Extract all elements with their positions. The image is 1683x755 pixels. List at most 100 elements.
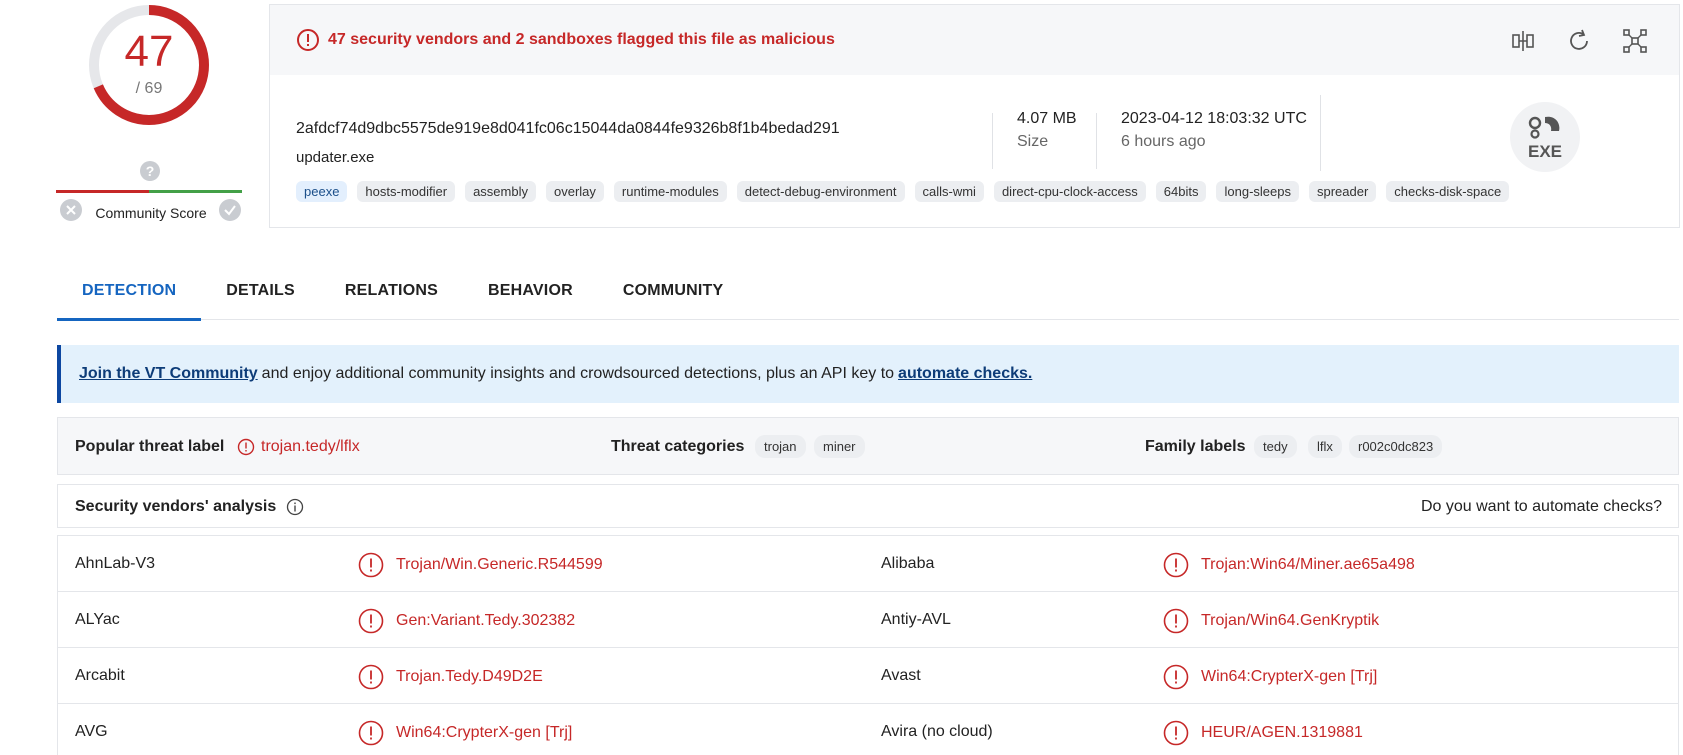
join-community-link[interactable]: Join the VT Community (79, 365, 258, 383)
vendor-result: HEUR/AGEN.1319881 (1163, 720, 1363, 746)
divider (992, 113, 993, 169)
vendors-analysis-header: Security vendors' analysis Do you want t… (57, 484, 1679, 528)
vendor-result: Win64:CrypterX-gen [Trj] (358, 720, 572, 746)
community-score-bar (56, 190, 242, 193)
tag[interactable]: spreader (1308, 181, 1377, 202)
tab-bar: DETECTION DETAILS RELATIONS BEHAVIOR COM… (57, 260, 1679, 321)
vendor-result-text: Win64:CrypterX-gen [Trj] (396, 724, 573, 741)
alert-icon (358, 608, 384, 634)
info-icon[interactable] (286, 498, 304, 516)
family-labels-title: Family labels (1145, 438, 1246, 455)
tag[interactable]: hosts-modifier (357, 181, 456, 202)
vendor-result: Trojan/Win64.GenKryptik (1163, 608, 1379, 634)
vendor-results-table: AhnLab-V3 Trojan/Win.Generic.R544599 Ali… (57, 535, 1679, 755)
tab-details[interactable]: DETAILS (201, 260, 320, 320)
analysis-date: 2023-04-12 18:03:32 UTC (1121, 110, 1307, 127)
detection-score-widget: 47 / 69 ? Community Score (56, 0, 246, 230)
alert-icon (237, 438, 255, 456)
alert-bar: 47 security vendors and 2 sandboxes flag… (270, 5, 1679, 75)
tag[interactable]: runtime-modules (613, 181, 727, 202)
tag[interactable]: assembly (465, 181, 536, 202)
automate-checks-link[interactable]: automate checks. (898, 365, 1032, 383)
file-name: updater.exe (296, 149, 375, 166)
vendor-name: Alibaba (881, 555, 935, 572)
table-row: AVG Win64:CrypterX-gen [Trj] Avira (no c… (58, 704, 1678, 755)
reanalyze-icon[interactable] (1565, 27, 1593, 55)
table-row: Arcabit Trojan.Tedy.D49D2E Avast Win64:C… (58, 648, 1678, 704)
tag[interactable]: checks-disk-space (1386, 181, 1510, 202)
tag[interactable]: 64bits (1155, 181, 1207, 202)
svg-text:EXE: EXE (1528, 142, 1562, 161)
table-row: AhnLab-V3 Trojan/Win.Generic.R544599 Ali… (58, 536, 1678, 592)
file-type-badge: EXE (1510, 102, 1580, 172)
family-label-pill[interactable]: tedy (1254, 435, 1297, 458)
analysis-relative-time: 6 hours ago (1121, 133, 1206, 150)
family-label-pill[interactable]: lflx (1308, 435, 1342, 458)
alert-icon (1163, 552, 1189, 578)
vendor-result: Trojan:Win64/Miner.ae65a498 (1163, 552, 1415, 578)
vendors-analysis-title-text: Security vendors' analysis (75, 498, 277, 515)
tag[interactable]: overlay (545, 181, 604, 202)
tag[interactable]: detect-debug-environment (736, 181, 905, 202)
vendor-result-text: Trojan:Win64/Miner.ae65a498 (1201, 556, 1415, 573)
tag-list: peexe hosts-modifier assembly overlay ru… (296, 181, 1510, 202)
vendor-name: ALYac (75, 611, 120, 628)
tag[interactable]: direct-cpu-clock-access (993, 181, 1146, 202)
tab-relations[interactable]: RELATIONS (320, 260, 463, 320)
tag[interactable]: calls-wmi (914, 181, 984, 202)
automate-checks-prompt[interactable]: Do you want to automate checks? (1421, 498, 1662, 516)
file-summary-card: 47 security vendors and 2 sandboxes flag… (269, 4, 1680, 228)
banner-text: and enjoy additional community insights … (261, 365, 895, 382)
vendor-name: Avast (881, 667, 921, 684)
tab-detection[interactable]: DETECTION (57, 260, 202, 321)
vendor-name: AhnLab-V3 (75, 555, 156, 572)
vendor-result: Trojan.Tedy.D49D2E (358, 664, 543, 690)
alert-message: 47 security vendors and 2 sandboxes flag… (328, 31, 835, 48)
tab-community[interactable]: COMMUNITY (598, 260, 748, 320)
vendor-result: Trojan/Win.Generic.R544599 (358, 552, 603, 578)
alert-icon (358, 664, 384, 690)
tab-behavior[interactable]: BEHAVIOR (463, 260, 598, 320)
vendor-name: Avira (no cloud) (881, 723, 993, 740)
vendor-name: AVG (75, 723, 108, 740)
popular-threat-label-text: trojan.tedy/lflx (261, 438, 360, 455)
threat-categories-title: Threat categories (611, 438, 745, 455)
vendor-result: Gen:Variant.Tedy.302382 (358, 608, 575, 634)
vendor-result-text: Trojan.Tedy.D49D2E (396, 668, 543, 685)
popular-threat-label-title: Popular threat label (75, 438, 225, 455)
tag[interactable]: peexe (296, 181, 348, 202)
tag[interactable]: long-sleeps (1216, 181, 1299, 202)
alert-icon (358, 552, 384, 578)
family-label-pill[interactable]: r002c0dc823 (1349, 435, 1443, 458)
threat-category-pill[interactable]: trojan (755, 435, 806, 458)
vendor-result: Win64:CrypterX-gen [Trj] (1163, 664, 1377, 690)
detection-total: / 69 (135, 80, 163, 97)
table-row: ALYac Gen:Variant.Tedy.302382 Antiy-AVL … (58, 592, 1678, 648)
vendor-result-text: Trojan/Win.Generic.R544599 (396, 556, 603, 573)
vote-harmless-icon[interactable] (219, 199, 241, 221)
alert-icon (1163, 608, 1189, 634)
vendor-result-text: HEUR/AGEN.1319881 (1201, 724, 1363, 741)
exe-file-icon: EXE (1528, 116, 1562, 161)
threat-labels-row: Popular threat label trojan.tedy/lflx Th… (57, 417, 1679, 475)
alert-icon (1163, 720, 1189, 746)
alert-icon (297, 29, 319, 51)
vendor-result-text: Win64:CrypterX-gen [Trj] (1201, 668, 1378, 685)
graph-icon[interactable] (1621, 27, 1649, 55)
detection-count: 47 (124, 27, 174, 76)
compare-icon[interactable] (1509, 27, 1537, 55)
file-hash[interactable]: 2afdcf74d9dbc5575de919e8d041fc06c15044da… (296, 120, 840, 138)
divider (1096, 113, 1097, 169)
divider (1320, 95, 1321, 171)
community-banner: Join the VT Community and enjoy addition… (57, 345, 1679, 403)
svg-text:?: ? (146, 163, 155, 179)
vendors-analysis-title: Security vendors' analysis (75, 498, 304, 516)
vendor-name: Antiy-AVL (881, 611, 951, 628)
community-score-label: Community Score (95, 205, 207, 221)
vendor-name: Arcabit (75, 667, 125, 684)
popular-threat-label-value[interactable]: trojan.tedy/lflx (237, 438, 360, 456)
file-size-value: 4.07 MB (1017, 110, 1077, 127)
threat-category-pill[interactable]: miner (814, 435, 865, 458)
vendor-result-text: Trojan/Win64.GenKryptik (1201, 612, 1380, 629)
file-size-label: Size (1017, 133, 1049, 150)
